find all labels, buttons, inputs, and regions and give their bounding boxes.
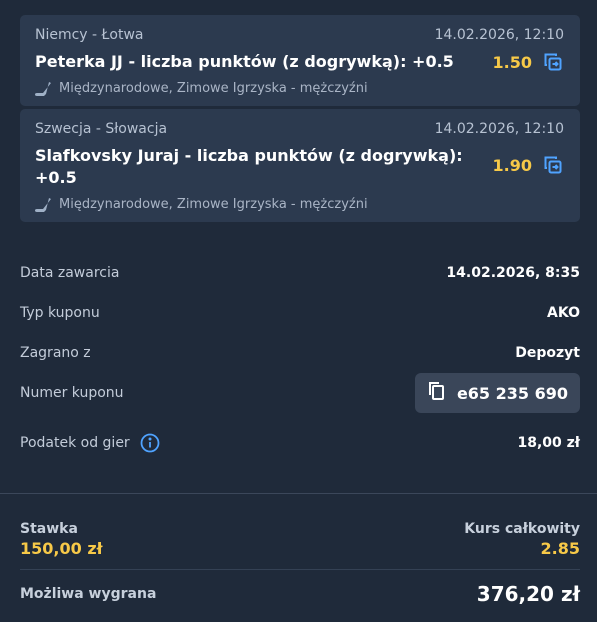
bet-card[interactable]: Szwecja - Słowacja 14.02.2026, 12:10 Sla… [20, 109, 580, 222]
win-value: 376,20 zł [476, 582, 580, 606]
date-value: 14.02.2026, 8:35 [446, 265, 580, 281]
coupon-summary: Stawka 150,00 zł Kurs całkowity 2.85 [20, 520, 580, 560]
bet-odds: 1.50 [492, 52, 532, 72]
possible-win-row: Możliwa wygrana 376,20 zł [20, 582, 580, 606]
hockey-stick-icon [35, 82, 53, 96]
copy-coupon-number-button[interactable]: e65 235 690 [414, 373, 580, 413]
bet-selection: Slafkovsky Juraj - liczba punktów (z dog… [35, 146, 463, 187]
detail-row-type: Typ kuponu AKO [20, 293, 580, 333]
bet-match: Niemcy - Łotwa [35, 27, 144, 43]
total-odds-label: Kurs całkowity [464, 521, 580, 537]
bet-competition: Międzynarodowe, Zimowe Igrzyska - mężczy… [59, 81, 368, 96]
win-label: Możliwa wygrana [20, 586, 157, 602]
copy-icon [427, 381, 445, 405]
hockey-stick-icon [35, 198, 53, 212]
bet-odds: 1.90 [492, 155, 532, 175]
copy-bet-icon[interactable] [542, 51, 564, 73]
stake-value: 150,00 zł [20, 539, 103, 558]
detail-row-played: Zagrano z Depozyt [20, 333, 580, 373]
bet-selection: Peterka JJ - liczba punktów (z dogrywką)… [35, 52, 454, 71]
copy-bet-icon[interactable] [542, 154, 564, 176]
type-label: Typ kuponu [20, 305, 100, 321]
played-value: Depozyt [515, 345, 580, 361]
divider [0, 493, 597, 494]
detail-row-tax: Podatek od gier 18,00 zł [20, 423, 580, 463]
divider [20, 569, 580, 570]
bet-match: Szwecja - Słowacja [35, 121, 168, 137]
coupon-details-page: Niemcy - Łotwa 14.02.2026, 12:10 Peterka… [0, 0, 597, 622]
bet-card[interactable]: Niemcy - Łotwa 14.02.2026, 12:10 Peterka… [20, 15, 580, 106]
coupon-number: e65 235 690 [456, 383, 568, 403]
number-label: Numer kuponu [20, 385, 124, 401]
bet-competition: Międzynarodowe, Zimowe Igrzyska - mężczy… [59, 197, 368, 212]
detail-row-date: Data zawarcia 14.02.2026, 8:35 [20, 253, 580, 293]
detail-row-number: Numer kuponu e65 235 690 [20, 373, 580, 413]
coupon-details: Data zawarcia 14.02.2026, 8:35 Typ kupon… [20, 253, 580, 463]
info-icon[interactable] [140, 433, 160, 453]
tax-label: Podatek od gier [20, 435, 130, 451]
bet-datetime: 14.02.2026, 12:10 [434, 121, 564, 137]
bet-list: Niemcy - Łotwa 14.02.2026, 12:10 Peterka… [20, 15, 580, 222]
bet-datetime: 14.02.2026, 12:10 [434, 27, 564, 43]
tax-value: 18,00 zł [517, 435, 580, 451]
played-label: Zagrano z [20, 345, 91, 361]
date-label: Data zawarcia [20, 265, 120, 281]
stake-label: Stawka [20, 521, 78, 537]
type-value: AKO [547, 305, 580, 321]
total-odds-value: 2.85 [540, 539, 580, 558]
